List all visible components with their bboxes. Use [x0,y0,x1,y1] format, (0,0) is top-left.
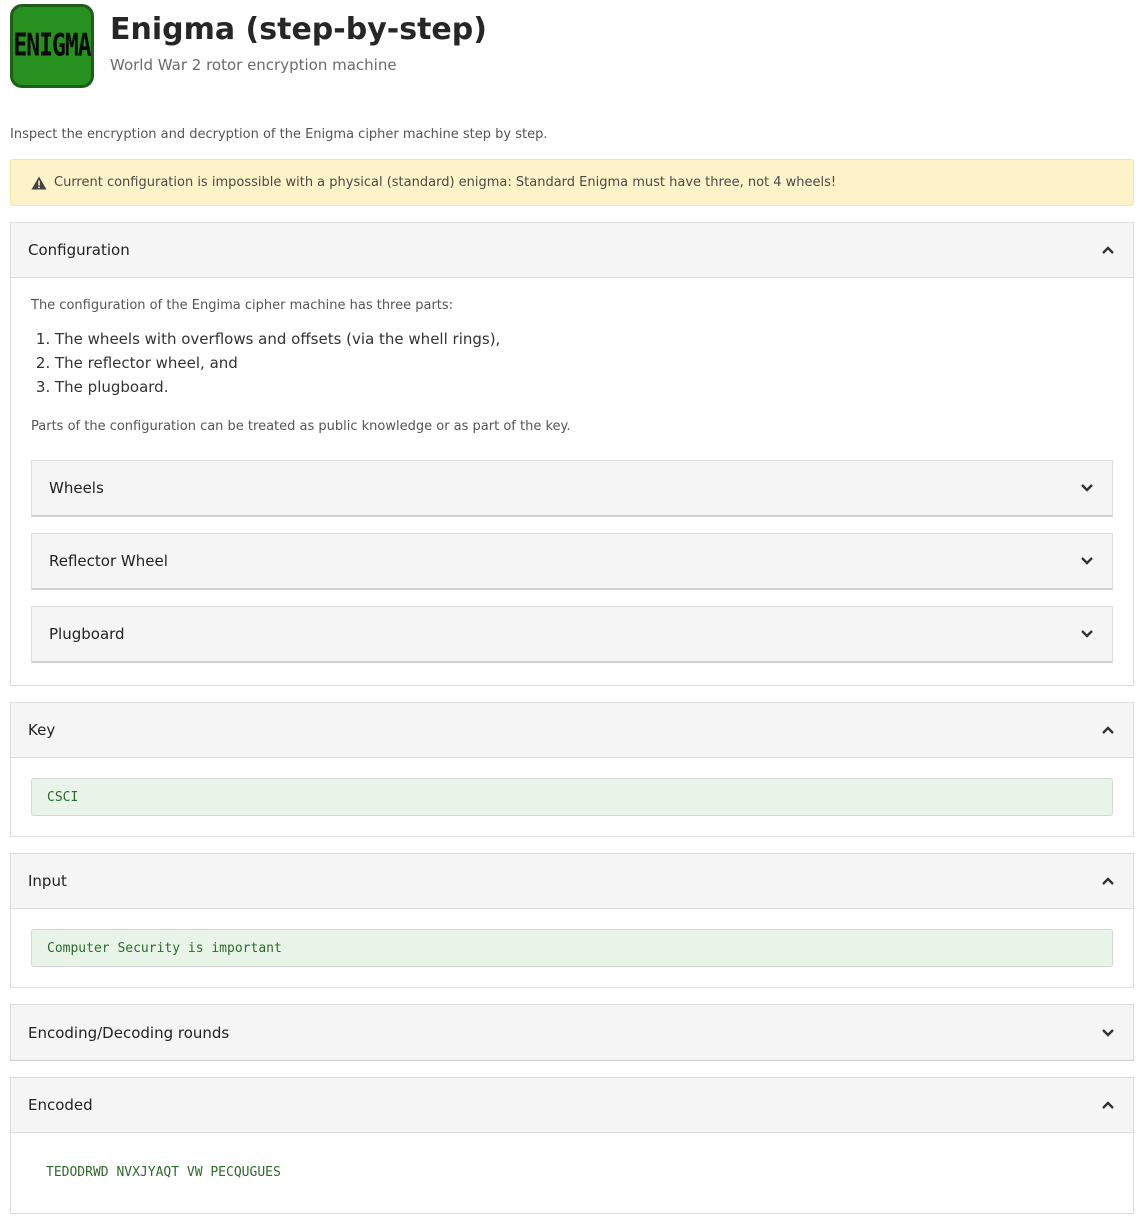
key-body: CSCI [11,758,1133,836]
app-header: ENIGMA Enigma (step-by-step) World War 2… [10,4,487,90]
encoded-output: TEDODRWD NVXJYAQT VW PECQUGUES [46,1165,281,1180]
encoded-title: Encoded [28,1096,93,1114]
configuration-description: The configuration of the Engima cipher m… [31,298,454,313]
list-item: The plugboard. [55,375,1113,399]
input-panel: Input Computer Security is important [10,853,1134,988]
plugboard-label: Plugboard [49,625,125,643]
key-title: Key [28,721,56,739]
chevron-down-icon[interactable] [1101,1026,1115,1040]
configuration-header[interactable]: Configuration [11,223,1133,278]
list-item: The reflector wheel, and [55,351,1113,375]
warning-alert: Current configuration is impossible with… [10,159,1134,206]
chevron-up-icon[interactable] [1101,243,1115,257]
configuration-title: Configuration [28,241,130,259]
input-field[interactable]: Computer Security is important [31,929,1113,967]
chevron-up-icon[interactable] [1101,874,1115,888]
wheels-section[interactable]: Wheels [31,460,1113,517]
rounds-title: Encoding/Decoding rounds [28,1023,230,1042]
rounds-header[interactable]: Encoding/Decoding rounds [11,1005,1133,1060]
plugboard-section[interactable]: Plugboard [31,606,1113,663]
key-field[interactable]: CSCI [31,778,1113,816]
chevron-down-icon[interactable] [1080,627,1094,641]
logo-text: ENIGMA [13,28,91,64]
key-header[interactable]: Key [11,703,1133,758]
chevron-down-icon[interactable] [1080,481,1094,495]
input-header[interactable]: Input [11,854,1133,909]
configuration-panel: Configuration The configuration of the E… [10,222,1134,686]
chevron-up-icon[interactable] [1101,1098,1115,1112]
warning-triangle-icon [31,176,47,189]
chevron-down-icon[interactable] [1080,554,1094,568]
warning-text: Current configuration is impossible with… [54,175,837,190]
rounds-panel: Encoding/Decoding rounds [10,1004,1134,1061]
intro-text: Inspect the encryption and decryption of… [10,127,548,142]
reflector-wheel-section[interactable]: Reflector Wheel [31,533,1113,590]
configuration-note: Parts of the configuration can be treate… [31,419,571,434]
configuration-parts-list: The wheels with overflows and offsets (v… [31,327,1113,399]
encoded-panel: Encoded TEDODRWD NVXJYAQT VW PECQUGUES [10,1077,1134,1214]
reflector-wheel-label: Reflector Wheel [49,552,168,570]
configuration-body: The configuration of the Engima cipher m… [11,278,1133,683]
title-block: Enigma (step-by-step) World War 2 rotor … [110,10,487,74]
key-panel: Key CSCI [10,702,1134,837]
input-title: Input [28,872,67,890]
enigma-logo: ENIGMA [10,4,94,88]
input-body: Computer Security is important [11,909,1133,987]
page-subtitle: World War 2 rotor encryption machine [110,56,397,74]
list-item: The wheels with overflows and offsets (v… [55,327,1113,351]
page-title: Enigma (step-by-step) [110,12,487,47]
wheels-label: Wheels [49,479,104,497]
encoded-header[interactable]: Encoded [11,1078,1133,1133]
chevron-up-icon[interactable] [1101,723,1115,737]
